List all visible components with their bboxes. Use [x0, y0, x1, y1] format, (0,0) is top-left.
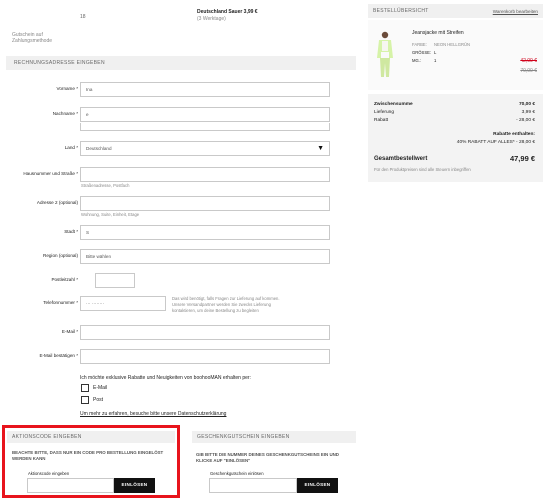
delivery-option-title: Deutschland Sauer 3,99 €: [197, 9, 258, 15]
subtotal-label: Zwischensumme: [374, 102, 413, 107]
zip-label-wrap: Postleitzahl *: [0, 273, 78, 288]
zip-input[interactable]: [95, 273, 135, 288]
product-qty-value: 1: [434, 58, 437, 63]
caret-down-icon: ▼: [317, 145, 324, 152]
email2-label: E-Mail bestätigen *: [39, 353, 78, 358]
addr2-label: Adresse 2 (optional): [36, 200, 78, 205]
product-original-price: 70,00 €: [520, 68, 537, 74]
newsletter-post-label: Post: [93, 397, 104, 403]
country-select[interactable]: Deutschland ▼: [80, 141, 330, 156]
addr2-hint: Wohnung, Suite, Einheit, Etage: [81, 212, 140, 217]
billing-note-2: Zahlungsmethode: [12, 38, 53, 44]
address2-input[interactable]: [80, 196, 330, 211]
total-label: Gesamtbestellwert: [374, 156, 428, 162]
email-input[interactable]: [80, 325, 330, 340]
vorname-input[interactable]: Ina: [80, 82, 330, 97]
product-qty-label: MG.:: [412, 58, 422, 63]
region-select[interactable]: Bitte wählen: [80, 249, 330, 264]
newsletter-email-checkbox[interactable]: [81, 384, 89, 392]
nachname-input[interactable]: e: [80, 107, 330, 122]
giftcard-note: GIB BITTE DIE NUMMER DEINES GESCHENKGUTS…: [196, 452, 339, 463]
shipping-value: 3,99 €: [521, 110, 535, 115]
billing-header: RECHNUNGSADRESSE EINGEBEN: [6, 56, 356, 70]
promo-note: BEACHTE BITTE, DASS NUR EIN CODE PRO BES…: [12, 450, 164, 461]
nachname-label: Nachname *: [52, 111, 78, 116]
summary-header-text: BESTELLÜBERSICHT: [373, 8, 429, 14]
email-label: E-Mail *: [61, 329, 78, 334]
newsletter-text: Ich möchte exklusive Rabatte und Neuigke…: [80, 375, 251, 381]
street-label-wrap: Hausnummer und Straße *: [0, 167, 78, 182]
promo-header: AKTIONSCODE EINGEBEN: [7, 431, 175, 443]
delivery-option-time: (3 Werktage): [197, 16, 226, 22]
product-thumbnail[interactable]: [374, 30, 396, 80]
summary-product: Jeansjacke mit Streifen FARBE: NEON HELL…: [368, 20, 543, 90]
giftcard-header: GESCHENKGUTSCHEIN EINGEBEN: [192, 431, 356, 443]
product-name: Jeansjacke mit Streifen: [412, 30, 464, 36]
top-strip: 18 Deutschland Sauer 3,99 € (3 Werktage)…: [0, 0, 360, 48]
land-label-wrap: Land *: [0, 141, 78, 156]
giftcard-redeem-button[interactable]: EINLÖSEN: [297, 478, 338, 493]
discount-label: Rabatt: [374, 118, 389, 123]
addr2-label-wrap: Adresse 2 (optional): [0, 196, 78, 211]
billing-header-text: RECHNUNGSADRESSE EINGEBEN: [14, 60, 105, 66]
newsletter-post-checkbox[interactable]: [81, 396, 89, 404]
zip-label: Postleitzahl *: [51, 277, 78, 282]
giftcard-input[interactable]: [209, 478, 297, 493]
privacy-link[interactable]: Um mehr zu erfahren, besuche bitte unser…: [80, 411, 226, 417]
discount-value: - 28,00 €: [516, 118, 535, 123]
nachname-extra-field[interactable]: [80, 123, 330, 131]
phone-label-wrap: Telefonnummer *: [0, 296, 78, 311]
product-image-icon: [374, 30, 396, 80]
discounts-applied-label: Rabatte enthalten:: [493, 132, 535, 137]
region-label: Region (optional): [43, 253, 78, 258]
city-label: Stadt *: [64, 229, 78, 234]
promo-redeem-button[interactable]: EINLÖSEN: [114, 478, 155, 493]
product-color-value: NEON HELLGRÜN: [434, 42, 471, 47]
total-value: 47,99 €: [509, 154, 535, 163]
city-label-wrap: Stadt *: [0, 225, 78, 240]
city-input[interactable]: S: [80, 225, 330, 240]
email-confirm-input[interactable]: [80, 349, 330, 364]
country-select-value: Deutschland: [86, 146, 112, 151]
giftcard-header-text: GESCHENKGUTSCHEIN EINGEBEN: [197, 434, 290, 440]
vorname-label: Vorname *: [56, 86, 78, 91]
product-sale-price: 42,00 €: [520, 58, 537, 64]
promo-code-input[interactable]: [27, 478, 114, 493]
shipping-label: Lieferung: [374, 110, 395, 115]
street-input[interactable]: [80, 167, 330, 182]
phone-label: Telefonnummer *: [43, 300, 78, 305]
nachname-label-wrap: Nachname *: [0, 107, 78, 122]
edit-cart-link[interactable]: Warenkorb bearbeiten: [493, 9, 538, 14]
newsletter-email-label: E-Mail: [93, 385, 108, 391]
summary-totals: Zwischensumme 70,00 € Lieferung 3,99 € R…: [368, 94, 543, 182]
product-size-label: GRÖSSE:: [412, 50, 432, 55]
phone-input[interactable]: ··· ········: [80, 296, 166, 311]
order-summary: BESTELLÜBERSICHT Warenkorb bearbeiten Je…: [368, 4, 543, 184]
product-color-label: FARBE:: [412, 42, 427, 47]
street-hint: Straßenadresse, Postfach: [81, 183, 130, 188]
land-label: Land *: [64, 145, 78, 150]
street-label: Hausnummer und Straße *: [23, 171, 78, 176]
email-label-wrap: E-Mail *: [0, 325, 78, 340]
vorname-label-wrap: Vorname *: [0, 82, 78, 97]
subtotal-value: 70,00 €: [518, 102, 535, 107]
tax-note: Für den Produktpreisen sind alle Steuern…: [374, 167, 471, 172]
giftcard-input-label: Geschenkgutschein einlösen: [210, 471, 264, 476]
product-size-value: L: [434, 50, 437, 55]
promo-input-label: Aktionscode eingeben: [28, 471, 70, 476]
email2-label-wrap: E-Mail bestätigen *: [0, 349, 78, 364]
top-left-fragment: 18: [80, 14, 86, 20]
promo-header-text: AKTIONSCODE EINGEBEN: [12, 434, 82, 440]
phone-hint: Das wird benötigt, falls Fragen zur Lief…: [172, 296, 280, 313]
region-label-wrap: Region (optional): [0, 249, 78, 264]
billing-form: Vorname * Ina Nachname * e Land * Deutsc…: [0, 70, 360, 420]
promo-applied-line: 40% RABATT AUF ALLES* - 28,00 €: [456, 140, 535, 145]
